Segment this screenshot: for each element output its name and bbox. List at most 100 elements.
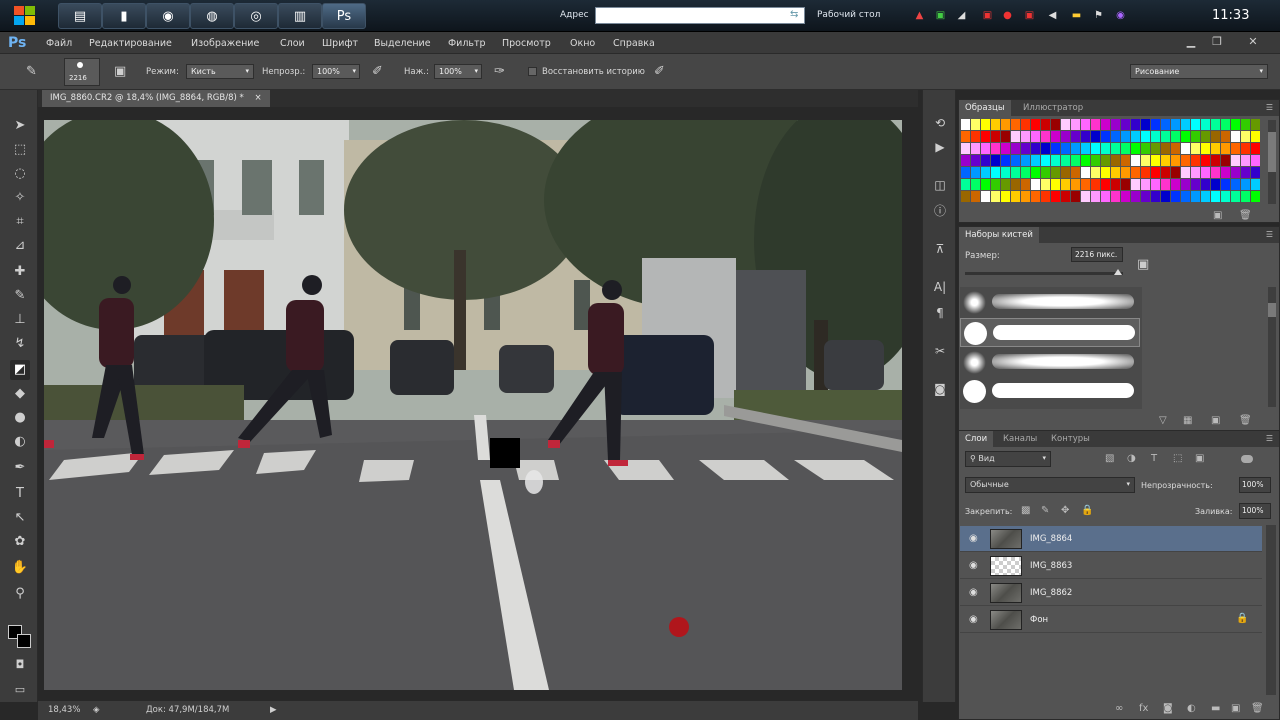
color-swatch[interactable] [1221, 191, 1230, 202]
color-swatch[interactable] [1251, 167, 1260, 178]
color-swatch[interactable] [1101, 131, 1110, 142]
color-swatch[interactable] [1071, 191, 1080, 202]
color-swatch[interactable] [1141, 179, 1150, 190]
color-swatch[interactable] [1151, 191, 1160, 202]
color-swatch[interactable] [1011, 131, 1020, 142]
info-panel-icon[interactable]: ⓘ [931, 202, 949, 220]
address-go-icon[interactable]: ⇆ [790, 9, 798, 20]
color-swatch[interactable] [1081, 131, 1090, 142]
filter-smart-icon[interactable]: ▣ [1195, 453, 1204, 464]
marquee-tool-icon[interactable]: ⬚ [10, 140, 30, 160]
path-select-tool-icon[interactable]: ↖ [10, 508, 30, 528]
color-swatch[interactable] [1241, 131, 1250, 142]
visibility-eye-icon[interactable]: ◉ [969, 614, 978, 625]
color-swatch[interactable] [961, 167, 970, 178]
taskbar-app-icon[interactable]: ▮ [102, 3, 146, 29]
new-brush-icon[interactable]: ▣ [1211, 415, 1220, 426]
color-swatch[interactable] [1221, 143, 1230, 154]
color-swatch[interactable] [1191, 179, 1200, 190]
color-swatch[interactable] [961, 155, 970, 166]
tray-icon-1[interactable]: ▲ [913, 9, 926, 22]
color-swatch[interactable] [1031, 155, 1040, 166]
color-swatch[interactable] [981, 191, 990, 202]
color-swatch[interactable] [1041, 119, 1050, 130]
zoom-level[interactable]: 18,43% [48, 705, 80, 715]
tray-icon-4[interactable]: ▣ [981, 9, 994, 22]
brush-size-field[interactable]: 2216 пикс. [1071, 247, 1123, 262]
lock-position-icon[interactable]: ✥ [1061, 505, 1069, 516]
color-swatch[interactable] [1211, 143, 1220, 154]
color-swatch[interactable] [961, 179, 970, 190]
color-swatch[interactable] [1041, 155, 1050, 166]
color-swatch[interactable] [1071, 119, 1080, 130]
color-swatch[interactable] [1081, 119, 1090, 130]
color-swatch[interactable] [1211, 167, 1220, 178]
status-menu-arrow-icon[interactable]: ▶ [270, 705, 277, 715]
color-swatch[interactable] [1221, 155, 1230, 166]
color-swatch[interactable] [1161, 179, 1170, 190]
taskbar-media-icon[interactable]: ◎ [234, 3, 278, 29]
new-group-icon[interactable]: ▬ [1211, 703, 1220, 714]
color-swatch[interactable] [1201, 143, 1210, 154]
color-swatch[interactable] [1061, 179, 1070, 190]
tray-icon-10[interactable]: ◉ [1114, 9, 1127, 22]
color-swatch[interactable] [1001, 167, 1010, 178]
color-swatch[interactable] [1061, 155, 1070, 166]
color-swatch[interactable] [1051, 119, 1060, 130]
color-swatch[interactable] [1211, 179, 1220, 190]
tray-flag-icon[interactable]: ⚑ [1092, 9, 1105, 22]
color-swatch[interactable] [991, 179, 1000, 190]
layer-row[interactable]: ◉ IMG_8862 [960, 580, 1262, 606]
color-swatch[interactable] [1001, 143, 1010, 154]
workspace-select[interactable]: Рисование ▾ [1130, 64, 1268, 79]
color-swatch[interactable] [1181, 179, 1190, 190]
type-tool-icon[interactable]: T [10, 484, 30, 504]
color-swatch[interactable] [1171, 179, 1180, 190]
color-swatch[interactable] [1251, 155, 1260, 166]
eraser-tool-preset-icon[interactable]: ✎ [26, 64, 37, 79]
color-swatch[interactable] [981, 143, 990, 154]
color-swatch[interactable] [1201, 155, 1210, 166]
color-swatch[interactable] [1181, 167, 1190, 178]
color-swatch[interactable] [1161, 155, 1170, 166]
tray-volume-icon[interactable]: ◀ [1046, 9, 1059, 22]
layer-mask-icon[interactable]: ◙ [1163, 703, 1173, 714]
document-tab[interactable]: IMG_8860.CR2 @ 18,4% (IMG_8864, RGB/8) *… [42, 90, 270, 107]
mode-select[interactable]: Кисть ▾ [186, 64, 254, 79]
color-swatch[interactable] [1151, 131, 1160, 142]
delete-layer-icon[interactable]: 🗑 [1251, 703, 1264, 714]
eyedropper-tool-icon[interactable]: ⊿ [10, 236, 30, 256]
color-swatch[interactable] [1061, 119, 1070, 130]
quick-select-tool-icon[interactable]: ✧ [10, 188, 30, 208]
color-swatch[interactable] [961, 191, 970, 202]
color-swatch[interactable] [1191, 119, 1200, 130]
swatch-grid[interactable] [961, 119, 1261, 205]
color-swatch[interactable] [1151, 143, 1160, 154]
layer-filter-toggle[interactable] [1241, 455, 1253, 463]
tab-illustrator[interactable]: Иллюстратор [1017, 100, 1089, 116]
color-swatch[interactable] [1201, 191, 1210, 202]
color-swatch[interactable] [1251, 143, 1260, 154]
color-swatch[interactable] [1231, 191, 1240, 202]
color-swatch[interactable] [1081, 179, 1090, 190]
color-swatch[interactable] [1081, 143, 1090, 154]
color-swatch[interactable] [1141, 155, 1150, 166]
color-swatch[interactable] [1011, 143, 1020, 154]
color-swatch[interactable] [1241, 167, 1250, 178]
color-swatch[interactable] [1251, 179, 1260, 190]
layer-filter-select[interactable]: ⚲ Вид ▾ [965, 451, 1051, 467]
color-swatch[interactable] [1151, 155, 1160, 166]
blur-tool-icon[interactable]: ● [10, 408, 30, 428]
pressure-opacity-icon[interactable]: ✐ [372, 64, 383, 79]
color-swatch[interactable] [1021, 191, 1030, 202]
color-swatch[interactable] [981, 119, 990, 130]
opacity-input[interactable]: 100% ▾ [312, 64, 360, 79]
filter-type-icon[interactable]: T [1151, 453, 1157, 464]
brush-size-picker[interactable]: 2216 [64, 58, 100, 86]
color-swatch[interactable] [991, 119, 1000, 130]
taskbar-explorer-icon[interactable]: ▤ [58, 3, 102, 29]
color-swatch[interactable] [1091, 119, 1100, 130]
color-swatch[interactable] [1061, 131, 1070, 142]
color-swatch[interactable] [1121, 131, 1130, 142]
brush-panel-icon[interactable]: ✂ [931, 342, 949, 360]
